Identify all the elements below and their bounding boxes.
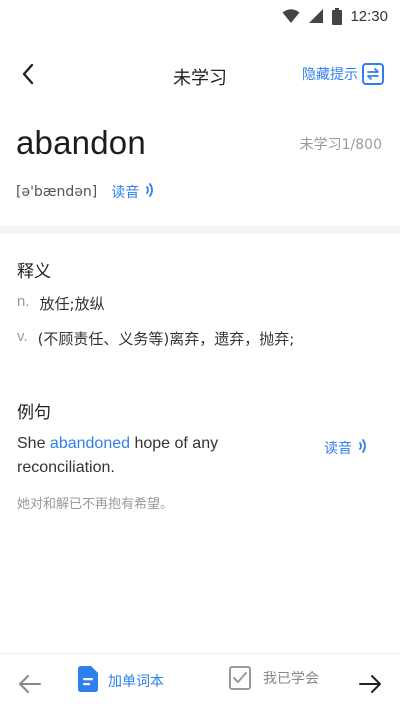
- signal-icon: [308, 8, 324, 24]
- definition-text: (不顾责任、义务等)离弃，遗弃，抛弃;: [37, 330, 295, 348]
- next-word-button[interactable]: [356, 670, 384, 698]
- mark-learned-label: 我已学会: [263, 671, 319, 687]
- definition-item: v. (不顾责任、义务等)离弃，遗弃，抛弃;: [17, 328, 294, 349]
- arrow-right-icon: [356, 675, 384, 702]
- document-icon: [78, 666, 98, 696]
- hint-toggle-icon: [362, 63, 384, 85]
- bottom-toolbar: 加单词本 我已学会: [0, 653, 400, 711]
- checkbox-icon: [229, 666, 251, 690]
- section-divider: [0, 226, 400, 234]
- hide-hint-button[interactable]: 隐藏提示: [302, 63, 384, 85]
- word-pronounce-button[interactable]: 读音: [111, 182, 155, 202]
- definition-text: 放任;放纵: [39, 295, 105, 313]
- example-sentence: She abandoned hope of any reconciliation…: [17, 432, 307, 480]
- definition-item: n. 放任;放纵: [17, 293, 105, 314]
- hide-hint-label: 隐藏提示: [302, 67, 358, 83]
- example-translation: 她对和解已不再抱有希望。: [17, 497, 174, 512]
- example-pronounce-label: 读音: [324, 441, 352, 457]
- arrow-left-icon: [16, 675, 44, 702]
- battery-icon: [332, 7, 343, 25]
- nav-bar: 未学习 隐藏提示: [0, 52, 400, 98]
- definitions-title: 释义: [17, 262, 51, 282]
- back-button[interactable]: [14, 62, 42, 90]
- definition-pos: v.: [17, 328, 28, 345]
- status-bar: 12:30: [0, 0, 400, 32]
- example-pronounce-button[interactable]: 读音: [324, 438, 368, 458]
- mark-learned-button[interactable]: 我已学会: [229, 666, 319, 690]
- back-arrow-icon: [21, 63, 35, 89]
- definition-pos: n.: [17, 293, 30, 310]
- add-to-wordbook-label: 加单词本: [108, 674, 164, 690]
- wifi-icon: [282, 8, 300, 24]
- example-title: 例句: [17, 403, 51, 423]
- previous-word-button[interactable]: [16, 670, 44, 698]
- add-to-wordbook-button[interactable]: 加单词本: [78, 666, 164, 696]
- word-header: abandon 未学习1/800 [ə'bændən] 读音: [0, 118, 400, 226]
- progress-counter: 未学习1/800: [299, 137, 382, 153]
- word-pronounce-label: 读音: [111, 185, 140, 201]
- headword: abandon: [16, 124, 146, 161]
- phonetic-row: [ə'bændən] 读音: [16, 182, 155, 202]
- speaker-icon: [145, 182, 155, 202]
- example-text-before: She: [17, 435, 50, 452]
- clock: 12:30: [350, 7, 388, 25]
- speaker-icon: [358, 438, 368, 458]
- phonetic: [ə'bændən]: [16, 184, 98, 200]
- example-highlight-word: abandoned: [49, 435, 131, 452]
